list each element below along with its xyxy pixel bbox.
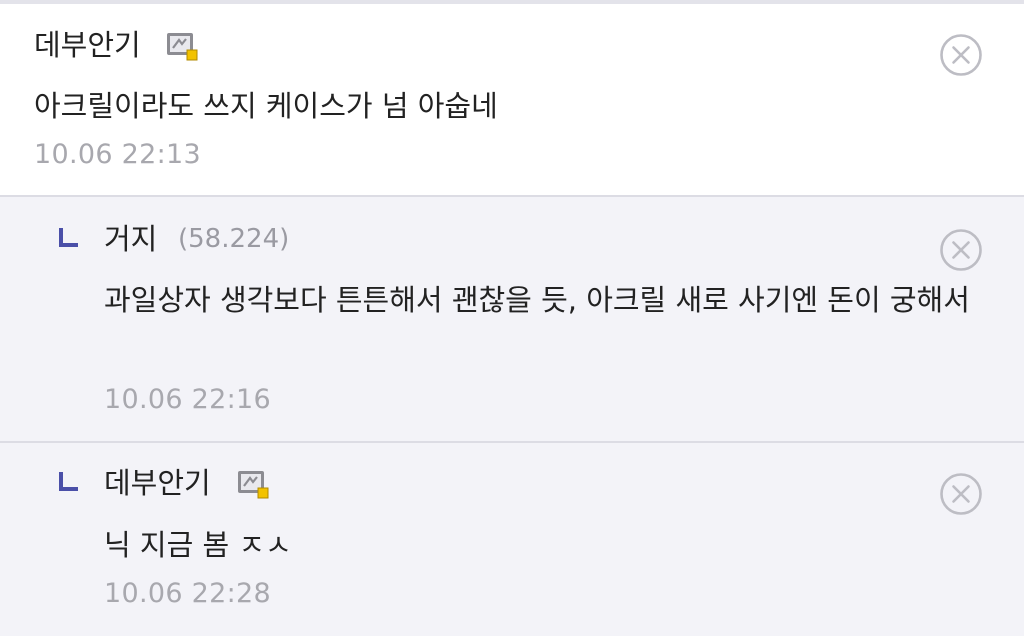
comment-timestamp: 10.06 22:16 (104, 384, 271, 415)
comment-timestamp: 10.06 22:28 (104, 578, 271, 609)
reply-item: 거지 (58.224) 과일상자 생각보다 튼튼해서 괜찮을 듯, 아크릴 새로… (0, 197, 1024, 443)
reply-arrow-icon (59, 472, 78, 491)
comment-text: 닉 지금 봄 ㅈㅅ (104, 528, 292, 562)
reply-item: 데부안기 닉 지금 봄 ㅈㅅ 10.06 22:28 (0, 443, 1024, 636)
delete-comment-button[interactable] (939, 228, 983, 272)
comment-text: 과일상자 생각보다 튼튼해서 괜찮을 듯, 아크릴 새로 사기엔 돈이 궁해서 (104, 283, 970, 317)
gallog-icon[interactable] (237, 469, 271, 499)
delete-comment-button[interactable] (939, 472, 983, 516)
delete-comment-button[interactable] (939, 33, 983, 77)
comment-timestamp: 10.06 22:13 (34, 139, 201, 170)
comment-item: 데부안기 아크릴이라도 쓰지 케이스가 넘 아숩네 10.06 22:13 (0, 4, 1024, 197)
reply-arrow-icon (59, 228, 78, 247)
comment-nickname[interactable]: 거지 (104, 221, 157, 257)
comment-nickname[interactable]: 데부안기 (34, 27, 141, 63)
gallog-icon[interactable] (166, 31, 200, 61)
comment-text: 아크릴이라도 쓰지 케이스가 넘 아숩네 (34, 89, 498, 123)
comment-nickname[interactable]: 데부안기 (104, 465, 211, 501)
comment-ip: (58.224) (178, 224, 290, 254)
